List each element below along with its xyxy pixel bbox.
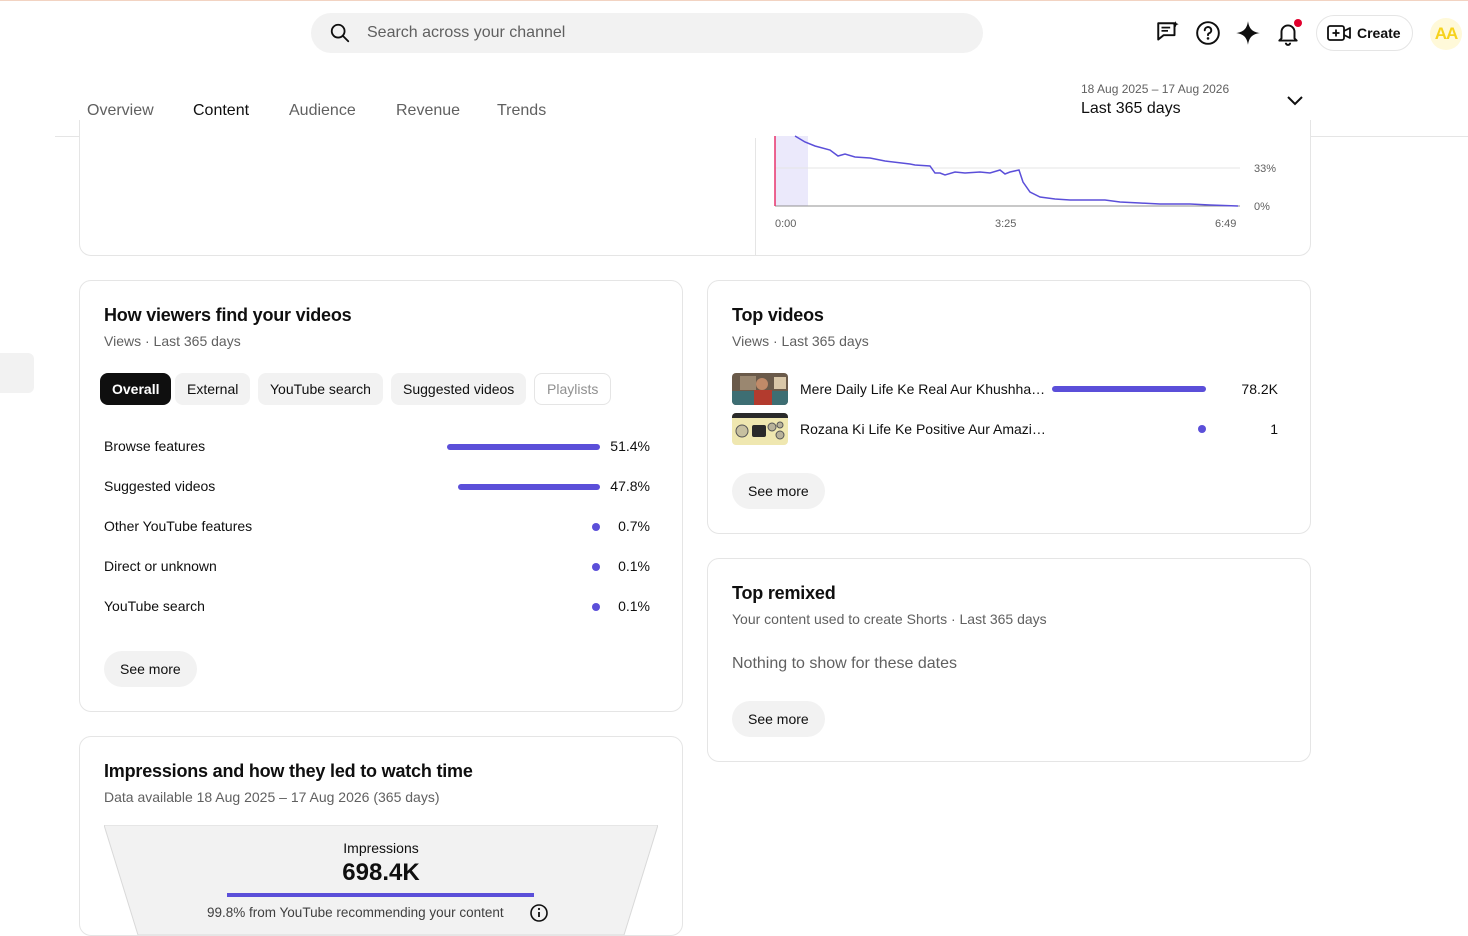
traffic-label: Suggested videos: [104, 478, 216, 494]
chip-suggested-videos[interactable]: Suggested videos: [391, 373, 527, 405]
traffic-bar: [447, 444, 600, 450]
card-title: Top videos: [732, 305, 824, 325]
search-placeholder: Search across your channel: [367, 24, 566, 41]
sparkle-icon[interactable]: [1234, 19, 1262, 47]
side-panel-handle[interactable]: [0, 353, 34, 393]
date-range-selector[interactable]: 18 Aug 2025 – 17 Aug 2026 Last 365 days: [1081, 82, 1229, 118]
feedback-icon[interactable]: [1154, 19, 1182, 47]
video-views-dot: [1198, 425, 1206, 433]
create-button[interactable]: Create: [1316, 15, 1413, 51]
video-title: Mere Daily Life Ke Real Aur Khushhaal Pa…: [800, 381, 1050, 397]
highlight-segment: [775, 136, 808, 206]
traffic-dot: [592, 603, 600, 611]
y-tick-33: 33%: [1254, 163, 1276, 175]
retention-line: [794, 135, 1239, 207]
y-tick-0: 0%: [1254, 201, 1270, 213]
create-video-icon: [1327, 25, 1351, 41]
date-range-label: Last 365 days: [1081, 100, 1181, 117]
card-divider: [755, 138, 756, 255]
tab-revenue[interactable]: Revenue: [396, 102, 460, 120]
traffic-row[interactable]: YouTube search 0.1%: [104, 597, 650, 617]
card-subtitle: Views · Last 365 days: [104, 333, 241, 349]
traffic-label: Other YouTube features: [104, 518, 253, 534]
card-title: Top remixed: [732, 583, 836, 603]
traffic-value: 0.1%: [618, 598, 650, 614]
info-icon[interactable]: [529, 903, 549, 923]
traffic-row[interactable]: Direct or unknown 0.1%: [104, 557, 650, 577]
traffic-value: 0.7%: [618, 518, 650, 534]
card-subtitle: Data available 18 Aug 2025 – 17 Aug 2026…: [104, 789, 440, 805]
impressions-card: Impressions and how they led to watch ti…: [79, 736, 683, 936]
tab-content[interactable]: Content: [193, 102, 249, 120]
traffic-dot: [592, 523, 600, 531]
recommended-bar: [227, 893, 534, 897]
tab-overview[interactable]: Overview: [87, 102, 154, 120]
notification-dot: [1294, 19, 1302, 27]
x-tick-start: 0:00: [775, 218, 796, 230]
search-input[interactable]: Search across your channel: [311, 13, 983, 53]
video-views: 1: [1270, 421, 1278, 437]
empty-state-text: Nothing to show for these dates: [732, 655, 958, 672]
chip-playlists[interactable]: Playlists: [534, 373, 612, 405]
see-more-button[interactable]: See more: [104, 651, 197, 687]
chip-youtube-search[interactable]: YouTube search: [258, 373, 383, 405]
video-thumbnail: [732, 413, 788, 445]
help-icon[interactable]: [1194, 19, 1222, 47]
impressions-funnel: Impressions 698.4K 99.8% from YouTube re…: [104, 825, 658, 935]
traffic-row[interactable]: Browse features 51.4%: [104, 437, 650, 457]
chevron-down-icon[interactable]: [1286, 94, 1304, 108]
traffic-label: YouTube search: [104, 598, 205, 614]
video-title: Rozana Ki Life Ke Positive Aur Amazing P…: [800, 421, 1050, 437]
video-views: 78.2K: [1241, 381, 1278, 397]
retention-chart: 33% 0% 0:00 3:25 6:49: [774, 135, 1276, 230]
card-subtitle: Your content used to create Shorts · Las…: [732, 611, 1047, 627]
tab-trends[interactable]: Trends: [497, 102, 546, 120]
video-views-bar: [1052, 386, 1206, 392]
chip-overall[interactable]: Overall: [100, 373, 172, 405]
traffic-value: 51.4%: [610, 438, 650, 454]
traffic-label: Direct or unknown: [104, 558, 217, 574]
impressions-label: Impressions: [343, 840, 419, 856]
top-header: Search across your channel Create AA: [0, 1, 1468, 65]
traffic-row[interactable]: Other YouTube features 0.7%: [104, 517, 650, 537]
tab-audience[interactable]: Audience: [289, 102, 356, 120]
traffic-dot: [592, 563, 600, 571]
traffic-sources-card: How viewers find your videos Views · Las…: [79, 280, 683, 712]
see-more-button[interactable]: See more: [732, 473, 825, 509]
chip-external[interactable]: External: [175, 373, 251, 405]
create-label: Create: [1357, 25, 1401, 41]
traffic-value: 47.8%: [610, 478, 650, 494]
video-row[interactable]: Mere Daily Life Ke Real Aur Khushhaal Pa…: [732, 373, 1278, 405]
impressions-note: 99.8% from YouTube recommending your con…: [207, 905, 504, 920]
date-range-dates: 18 Aug 2025 – 17 Aug 2026: [1081, 82, 1230, 96]
see-more-button[interactable]: See more: [732, 701, 825, 737]
x-tick-mid: 3:25: [995, 218, 1016, 230]
search-icon: [330, 23, 350, 43]
video-thumbnail: [732, 373, 788, 405]
video-row[interactable]: Rozana Ki Life Ke Positive Aur Amazing P…: [732, 413, 1278, 445]
avatar[interactable]: AA: [1430, 18, 1462, 50]
top-videos-card: Top videos Views · Last 365 days Mere Da…: [707, 280, 1311, 534]
impressions-value: 698.4K: [342, 859, 420, 886]
traffic-value: 0.1%: [618, 558, 650, 574]
x-tick-end: 6:49: [1215, 218, 1236, 230]
card-subtitle: Views · Last 365 days: [732, 333, 869, 349]
top-remixed-card: Top remixed Your content used to create …: [707, 558, 1311, 762]
card-title: Impressions and how they led to watch ti…: [104, 761, 473, 781]
traffic-bar: [458, 484, 600, 490]
retention-card: 33% 0% 0:00 3:25 6:49: [79, 120, 1311, 256]
traffic-row[interactable]: Suggested videos 47.8%: [104, 477, 650, 497]
card-title: How viewers find your videos: [104, 305, 352, 325]
traffic-label: Browse features: [104, 438, 206, 454]
notifications-icon[interactable]: [1274, 19, 1302, 47]
